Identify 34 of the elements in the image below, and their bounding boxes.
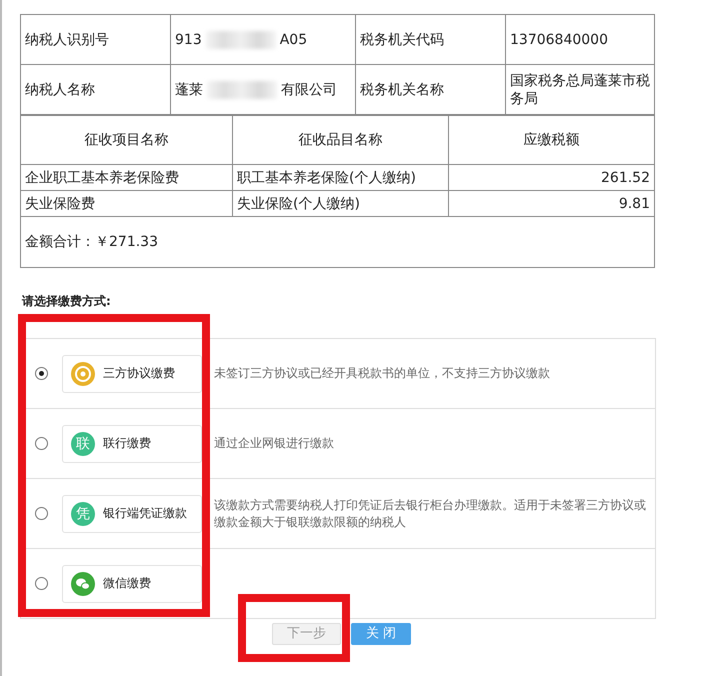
table-cell: 失业保险费 — [20, 190, 232, 216]
column-header: 征收项目名称 — [20, 116, 232, 164]
field-value: 有限公司 — [281, 80, 337, 98]
table-cell: 9.81 — [448, 190, 654, 216]
badge-icon: 凭 — [71, 502, 95, 526]
field-label: 纳税人识别号 — [20, 14, 170, 64]
radio-button[interactable] — [35, 577, 48, 590]
field-value: 13706840000 — [506, 14, 654, 64]
table-cell: 261.52 — [448, 164, 654, 190]
field-label: 税务机关代码 — [356, 14, 506, 64]
table-cell: 企业职工基本养老保险费 — [20, 164, 232, 190]
radio-button[interactable] — [35, 507, 48, 520]
column-header: 应缴税额 — [448, 116, 654, 164]
payment-method-button[interactable]: 联 联行缴费 — [62, 424, 202, 462]
column-header: 征收品目名称 — [232, 116, 448, 164]
table-cell: 职工基本养老保险(个人缴纳) — [232, 164, 448, 190]
field-value: 蓬莱 — [175, 80, 203, 98]
field-label: 纳税人名称 — [20, 64, 170, 114]
field-value: 913 — [175, 32, 202, 48]
total-amount: 金额合计：￥271.33 — [20, 216, 654, 268]
method-description: 通过企业网银进行缴款 — [214, 435, 335, 452]
payment-method-button[interactable]: 三方协议缴费 — [62, 354, 202, 392]
badge-icon: 联 — [71, 432, 95, 456]
field-value: 国家税务总局蓬莱市税务局 — [506, 64, 654, 114]
payment-method-button[interactable]: 凭 银行端凭证缴款 — [62, 494, 202, 532]
method-description: 未签订三方协议或已经开具税款书的单位，不支持三方协议缴款 — [214, 365, 551, 382]
section-label: 请选择缴费方式: — [22, 293, 112, 310]
payment-method-button[interactable]: 微信缴费 — [62, 564, 202, 602]
radio-button[interactable] — [35, 437, 48, 450]
field-value: A05 — [280, 32, 308, 48]
field-label: 税务机关名称 — [356, 64, 506, 114]
radio-button[interactable] — [35, 367, 48, 380]
table-cell: 失业保险(个人缴纳) — [232, 190, 448, 216]
method-description: 该缴款方式需要纳税人打印凭证后去银行柜台办理缴款。适用于未签署三方协议或缴款金额大于银联缴款限额的纳税人 — [214, 496, 647, 530]
